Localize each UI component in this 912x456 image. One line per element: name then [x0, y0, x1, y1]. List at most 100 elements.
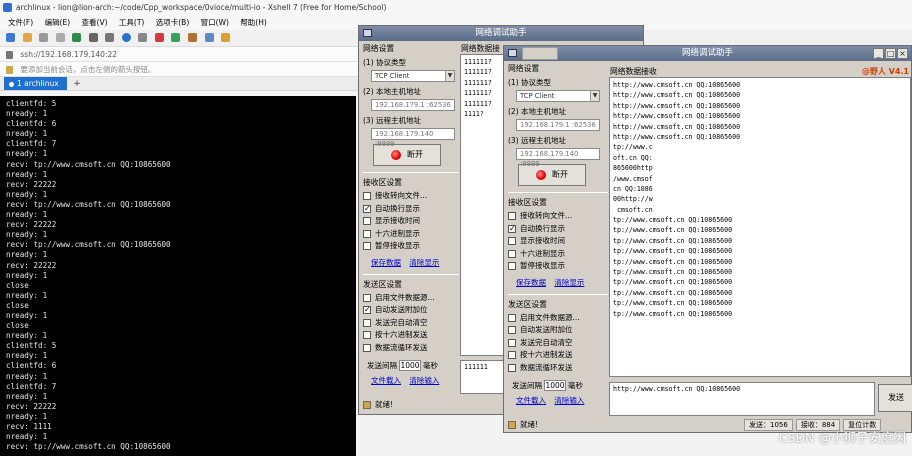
send-option[interactable]: 自动发送附加位 [508, 324, 608, 337]
checkbox-label: 接收转向文件... [375, 191, 428, 200]
menu-window[interactable]: 窗口(W) [201, 18, 229, 27]
back-send-input[interactable]: 111111 [460, 360, 506, 394]
send-button[interactable]: 发送 [878, 384, 912, 412]
maximize-icon[interactable]: □ [885, 48, 896, 59]
checkbox[interactable] [363, 217, 371, 225]
recv-option[interactable]: 显示接收时间 [508, 235, 608, 248]
front-protocol-select[interactable]: TCP Client ▼ [516, 90, 600, 102]
checkbox[interactable] [508, 262, 516, 270]
recv-line: tp://www.cmsoft.cn QQ:10865600 [613, 268, 733, 277]
checkbox[interactable] [508, 212, 516, 220]
front-local-address-field[interactable]: 192.168.179.1 :62536 [516, 119, 600, 131]
send-option[interactable]: 发送完自动清空 [508, 337, 608, 350]
checkbox[interactable] [363, 318, 371, 327]
recv-option[interactable]: 暂停接收显示 [508, 260, 608, 273]
checkbox[interactable] [508, 351, 516, 359]
recv-option[interactable]: 十六进制显示 [508, 248, 608, 261]
new-session-icon[interactable] [6, 33, 15, 42]
terminal-line: close [6, 300, 29, 310]
recv-option[interactable]: 自动换行显示 [363, 203, 459, 215]
checkbox[interactable] [363, 203, 371, 215]
terminal-output[interactable]: clientfd: 5 nready: 1 clientfd: 6 nready: 1… [0, 96, 356, 456]
bookmark-icon[interactable] [6, 66, 13, 74]
back-remote-address-field[interactable]: 192.168.179.140 :9999 [371, 128, 455, 148]
send-option[interactable]: 自动发送附加位 [363, 304, 459, 317]
xftp-icon[interactable] [154, 33, 164, 42]
menu-help[interactable]: 帮助(H) [240, 18, 267, 27]
copy-icon[interactable] [55, 33, 65, 42]
checkbox[interactable] [363, 343, 371, 352]
checkbox[interactable] [508, 237, 516, 245]
send-option[interactable]: 按十六进制发送 [508, 349, 608, 362]
checkbox[interactable] [363, 331, 371, 339]
front-period-input[interactable]: 1000 [544, 380, 566, 391]
recv-line: http://www.cmsoft.cn QQ:10865600 [613, 91, 741, 100]
sftp-icon[interactable] [72, 33, 82, 42]
checkbox[interactable] [363, 242, 371, 250]
back-clear-input-link[interactable]: 清除输入 [409, 376, 439, 385]
front-save-data-link[interactable]: 保存数据 [516, 278, 546, 287]
back-local-address-field[interactable]: 192.168.179.1 :62536 [371, 99, 455, 111]
front-clear-display-link[interactable]: 清除显示 [554, 278, 584, 287]
back-load-file-link[interactable]: 文件载入 [371, 376, 401, 385]
send-option[interactable]: 数据流循环发送 [508, 362, 608, 375]
open-folder-icon[interactable] [22, 33, 32, 42]
recv-option[interactable]: 显示接收时间 [363, 215, 459, 228]
recv-option[interactable]: 自动换行显示 [508, 223, 608, 235]
front-remote-address-field[interactable]: 192.168.179.140 :9999 [516, 148, 600, 168]
back-protocol-select[interactable]: TCP Client ▼ [371, 70, 455, 82]
checkbox[interactable] [508, 363, 516, 372]
checkbox[interactable] [508, 249, 516, 258]
script-icon[interactable] [221, 33, 231, 42]
back-local-label: (2) 本地主机地址 [363, 87, 422, 96]
keyboard-icon[interactable] [204, 33, 214, 42]
window-controls: _ □ × [872, 47, 908, 62]
front-disconnect-label: 断开 [552, 170, 568, 179]
front-recv-area[interactable]: http://www.cmsoft.cn QQ:10865600 http://w… [609, 77, 911, 377]
send-option[interactable]: 发送完自动清空 [363, 317, 459, 330]
checkbox[interactable] [508, 338, 516, 347]
send-option[interactable]: 数据流循环发送 [363, 342, 459, 355]
send-option[interactable]: 启用文件数据源... [508, 312, 608, 325]
back-recv-area[interactable]: 111111? 111111? 111111? 111111? 111111? 1111? [460, 54, 506, 356]
send-option[interactable]: 启用文件数据源... [363, 292, 459, 305]
search-icon[interactable] [88, 33, 98, 42]
send-option[interactable]: 按十六进制发送 [363, 329, 459, 342]
front-send-input[interactable]: http://www.cmsoft.cn QQ:10865600 [609, 382, 875, 416]
terminal-line: nready: 1 [6, 129, 48, 139]
new-tab-button[interactable]: + [73, 79, 81, 89]
recv-option[interactable]: 接收转向文件... [508, 210, 608, 223]
lock-icon[interactable] [188, 33, 198, 42]
close-icon[interactable]: × [897, 48, 908, 59]
back-clear-display-link[interactable]: 清除显示 [409, 258, 439, 267]
front-clear-input-link[interactable]: 清除输入 [554, 396, 584, 405]
front-status-text: 就绪! [520, 420, 539, 429]
minimize-icon[interactable]: _ [873, 48, 884, 59]
menu-view[interactable]: 查看(V) [82, 18, 108, 27]
menu-tabs[interactable]: 选项卡(B) [156, 18, 190, 27]
tab-archlinux-label: 1 archlinux [17, 79, 59, 88]
menu-tools[interactable]: 工具(T) [119, 18, 144, 27]
expand-icon[interactable] [171, 33, 181, 42]
checkbox[interactable] [363, 192, 371, 200]
recv-option[interactable]: 暂停接收显示 [363, 240, 459, 253]
font-icon[interactable] [138, 33, 148, 42]
menu-edit[interactable]: 编辑(E) [45, 18, 71, 27]
checkbox[interactable] [363, 304, 371, 317]
front-load-file-link[interactable]: 文件载入 [516, 396, 546, 405]
recv-option[interactable]: 十六进制显示 [363, 228, 459, 241]
back-save-data-link[interactable]: 保存数据 [371, 258, 401, 267]
link-icon[interactable] [39, 33, 49, 42]
checkbox[interactable] [363, 229, 371, 238]
terminal-line: recv: tp://www.cmsoft.cn QQ:10865600 [6, 442, 171, 452]
print-icon[interactable] [105, 33, 115, 42]
checkbox[interactable] [363, 293, 371, 302]
tab-archlinux[interactable]: 1 archlinux [4, 77, 67, 90]
checkbox[interactable] [508, 326, 516, 334]
checkbox[interactable] [508, 313, 516, 322]
back-period-input[interactable]: 1000 [399, 360, 421, 371]
globe-icon[interactable] [121, 33, 131, 42]
menu-file[interactable]: 文件(F) [8, 18, 33, 27]
recv-option[interactable]: 接收转向文件... [363, 190, 459, 203]
checkbox[interactable] [508, 223, 516, 235]
